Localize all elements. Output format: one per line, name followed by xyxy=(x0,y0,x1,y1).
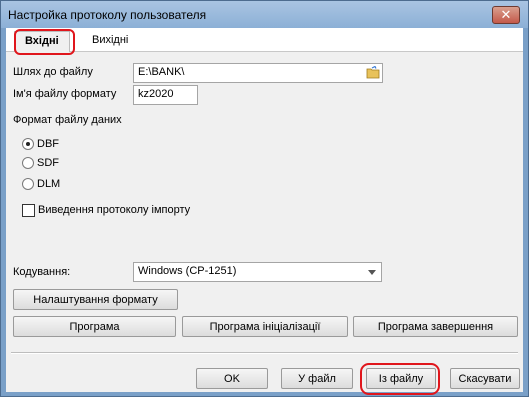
radio-dlm[interactable] xyxy=(22,178,34,190)
encoding-label: Кодування: xyxy=(13,266,71,278)
path-input[interactable]: E:\BANK\ xyxy=(133,63,383,83)
program-init-button[interactable]: Програма ініціалізації xyxy=(182,316,348,337)
format-name-value: kz2020 xyxy=(138,88,174,100)
tab-strip: Вхідні Вихідні xyxy=(6,28,523,52)
tab-input[interactable]: Вхідні xyxy=(14,31,70,52)
folder-icon[interactable] xyxy=(366,66,380,79)
dialog-body: Вхідні Вихідні Шлях до файлу E:\BANK\ Ім… xyxy=(6,28,523,395)
program-button[interactable]: Програма xyxy=(13,316,176,337)
format-name-label: Ім'я файлу формату xyxy=(13,88,117,100)
chevron-down-icon xyxy=(368,270,376,275)
format-name-input[interactable]: kz2020 xyxy=(133,85,198,105)
radio-dlm-label: DLM xyxy=(37,178,61,190)
from-file-button[interactable]: Із файлу xyxy=(366,368,436,389)
import-log-label: Виведення протоколу імпорту xyxy=(38,204,191,216)
to-file-button[interactable]: У файл xyxy=(281,368,353,389)
radio-dbf-label: DBF xyxy=(37,138,59,150)
radio-dbf[interactable] xyxy=(22,138,34,150)
encoding-select[interactable]: Windows (CP-1251) xyxy=(133,262,382,282)
path-value: E:\BANK\ xyxy=(138,66,185,78)
close-button[interactable]: ✕ xyxy=(492,6,520,24)
encoding-value: Windows (CP-1251) xyxy=(138,265,237,277)
radio-sdf[interactable] xyxy=(22,157,34,169)
cancel-button[interactable]: Скасувати xyxy=(450,368,520,389)
format-setup-button[interactable]: Налаштування формату xyxy=(13,289,178,310)
close-icon: ✕ xyxy=(500,7,512,22)
ok-button[interactable]: OK xyxy=(196,368,268,389)
dialog-window: Настройка протоколу пользователя ✕ Вхідн… xyxy=(0,0,529,397)
radio-sdf-label: SDF xyxy=(37,157,59,169)
window-title: Настройка протоколу пользователя xyxy=(8,8,207,22)
tab-output[interactable]: Вихідні xyxy=(82,31,138,52)
import-log-checkbox[interactable] xyxy=(22,204,35,217)
program-finish-button[interactable]: Програма завершення xyxy=(353,316,518,337)
title-bar: Настройка протоколу пользователя ✕ xyxy=(1,1,528,28)
file-format-label: Формат файлу даних xyxy=(13,114,122,126)
separator-highlight xyxy=(11,353,518,354)
path-label: Шлях до файлу xyxy=(13,66,93,78)
